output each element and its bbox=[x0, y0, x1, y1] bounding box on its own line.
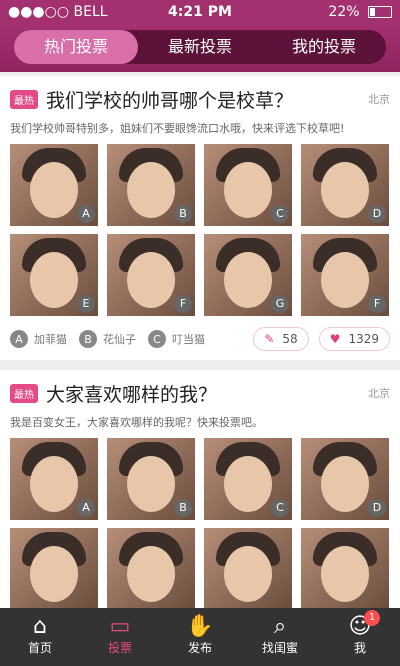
candidate-photo[interactable]: F bbox=[301, 234, 389, 316]
candidate-photo[interactable]: D bbox=[301, 144, 389, 226]
card-description: 我们学校帅哥特别多，姐妹们不要眼馋流口水哦，快来评选下校草吧! bbox=[10, 122, 345, 135]
vote-card[interactable]: 最热 我们学校的帅哥哪个是校草？ 北京 我们学校帅哥特别多，姐妹们不要眼馋流口水… bbox=[0, 76, 400, 360]
option-label: A bbox=[77, 499, 95, 517]
option-label: B bbox=[174, 205, 192, 223]
candidate-photo[interactable] bbox=[301, 528, 389, 608]
tab-hot[interactable]: 热门投票 bbox=[14, 30, 138, 64]
card-title: 大家喜欢哪样的我？ bbox=[46, 383, 218, 406]
card-description: 我是百变女王，大家喜欢哪样的我呢？快来投票吧。 bbox=[10, 416, 263, 429]
vote-icon: ♥ bbox=[329, 332, 341, 346]
option-letter: A bbox=[10, 330, 28, 348]
option-letter: C bbox=[148, 330, 166, 348]
tab-me[interactable]: ☺ 我 1 bbox=[320, 608, 400, 666]
battery-area: 22% bbox=[328, 4, 392, 20]
comment-count[interactable]: ✎ 58 bbox=[253, 327, 309, 351]
card-title: 我们学校的帅哥哪个是校草？ bbox=[46, 89, 294, 112]
vote-card[interactable]: 最热 大家喜欢哪样的我？ 北京 我是百变女王，大家喜欢哪样的我呢？快来投票吧。 … bbox=[0, 370, 400, 608]
vote-feed[interactable]: 最热 我们学校的帅哥哪个是校草？ 北京 我们学校帅哥特别多，姐妹们不要眼馋流口水… bbox=[0, 76, 400, 608]
tab-home[interactable]: ⌂ 首页 bbox=[0, 608, 80, 666]
tab-vote[interactable]: ▭ 投票 bbox=[80, 608, 160, 666]
option-label: A bbox=[77, 205, 95, 223]
candidate-photo[interactable] bbox=[10, 528, 98, 608]
candidate-photo[interactable]: B bbox=[107, 144, 195, 226]
candidate-photo[interactable]: B bbox=[107, 438, 195, 520]
option-name: 叮当猫 bbox=[172, 333, 205, 346]
option-a: A 加菲猫 bbox=[10, 330, 67, 348]
tab-mine[interactable]: 我的投票 bbox=[262, 30, 386, 64]
candidate-photo[interactable]: A bbox=[10, 144, 98, 226]
candidate-photo[interactable]: D bbox=[301, 438, 389, 520]
tab-label: 发布 bbox=[187, 641, 212, 655]
candidate-photo[interactable]: G bbox=[204, 234, 292, 316]
header: 热门投票 最新投票 我的投票 bbox=[0, 26, 400, 72]
option-label: F bbox=[368, 295, 386, 313]
option-label: D bbox=[368, 499, 386, 517]
photo-grid: A B C D bbox=[10, 438, 390, 608]
hand-icon: ✋ bbox=[186, 614, 214, 639]
tab-find-friends[interactable]: ⌕ 找闺蜜 bbox=[240, 608, 320, 666]
option-b: B 花仙子 bbox=[79, 330, 136, 348]
candidate-photo[interactable]: F bbox=[107, 234, 195, 316]
home-icon: ⌂ bbox=[33, 614, 47, 639]
option-label: E bbox=[77, 295, 95, 313]
tab-label: 我 bbox=[353, 641, 366, 655]
photo-grid: A B C D E F G F bbox=[10, 144, 390, 316]
tab-publish[interactable]: ✋ 发布 bbox=[160, 608, 240, 666]
option-label: C bbox=[271, 205, 289, 223]
candidate-photo[interactable]: E bbox=[10, 234, 98, 316]
tab-new[interactable]: 最新投票 bbox=[138, 30, 262, 64]
candidate-photo[interactable]: C bbox=[204, 438, 292, 520]
hot-badge: 最热 bbox=[10, 89, 38, 109]
vote-segmented-control: 热门投票 最新投票 我的投票 bbox=[14, 30, 386, 64]
battery-percent: 22% bbox=[328, 4, 360, 20]
status-bar: ●●●○○ BELL 4:21 PM 22% bbox=[0, 0, 400, 26]
bottom-tab-bar: ⌂ 首页 ▭ 投票 ✋ 发布 ⌕ 找闺蜜 ☺ 我 1 bbox=[0, 608, 400, 666]
city-label: 北京 bbox=[368, 387, 390, 400]
candidate-photo[interactable]: C bbox=[204, 144, 292, 226]
option-c: C 叮当猫 bbox=[148, 330, 205, 348]
vote-icon: ▭ bbox=[109, 614, 131, 639]
candidate-photo[interactable] bbox=[204, 528, 292, 608]
option-letter: B bbox=[79, 330, 97, 348]
vote-count-value: 1329 bbox=[348, 332, 379, 346]
notification-badge: 1 bbox=[364, 610, 380, 626]
city-label: 北京 bbox=[368, 93, 390, 106]
candidate-photo[interactable]: A bbox=[10, 438, 98, 520]
comment-count-value: 58 bbox=[282, 332, 298, 346]
option-label: G bbox=[271, 295, 289, 313]
tab-label: 找闺蜜 bbox=[261, 641, 298, 655]
tab-label: 首页 bbox=[27, 641, 52, 655]
option-label: F bbox=[174, 295, 192, 313]
battery-icon bbox=[368, 6, 392, 18]
vote-count[interactable]: ♥ 1329 bbox=[318, 327, 390, 351]
profile-icon: ☺ bbox=[348, 614, 372, 639]
option-label: C bbox=[271, 499, 289, 517]
option-label: D bbox=[368, 205, 386, 223]
option-label: B bbox=[174, 499, 192, 517]
candidate-photo[interactable] bbox=[107, 528, 195, 608]
option-name: 花仙子 bbox=[103, 333, 136, 346]
search-icon: ⌕ bbox=[273, 614, 287, 639]
comment-icon: ✎ bbox=[264, 332, 275, 346]
hot-badge: 最热 bbox=[10, 383, 38, 403]
card-footer: A 加菲猫 B 花仙子 C 叮当猫 ✎ 58 ♥ 1329 bbox=[10, 326, 390, 352]
option-name: 加菲猫 bbox=[34, 333, 67, 346]
tab-label: 投票 bbox=[107, 641, 132, 655]
